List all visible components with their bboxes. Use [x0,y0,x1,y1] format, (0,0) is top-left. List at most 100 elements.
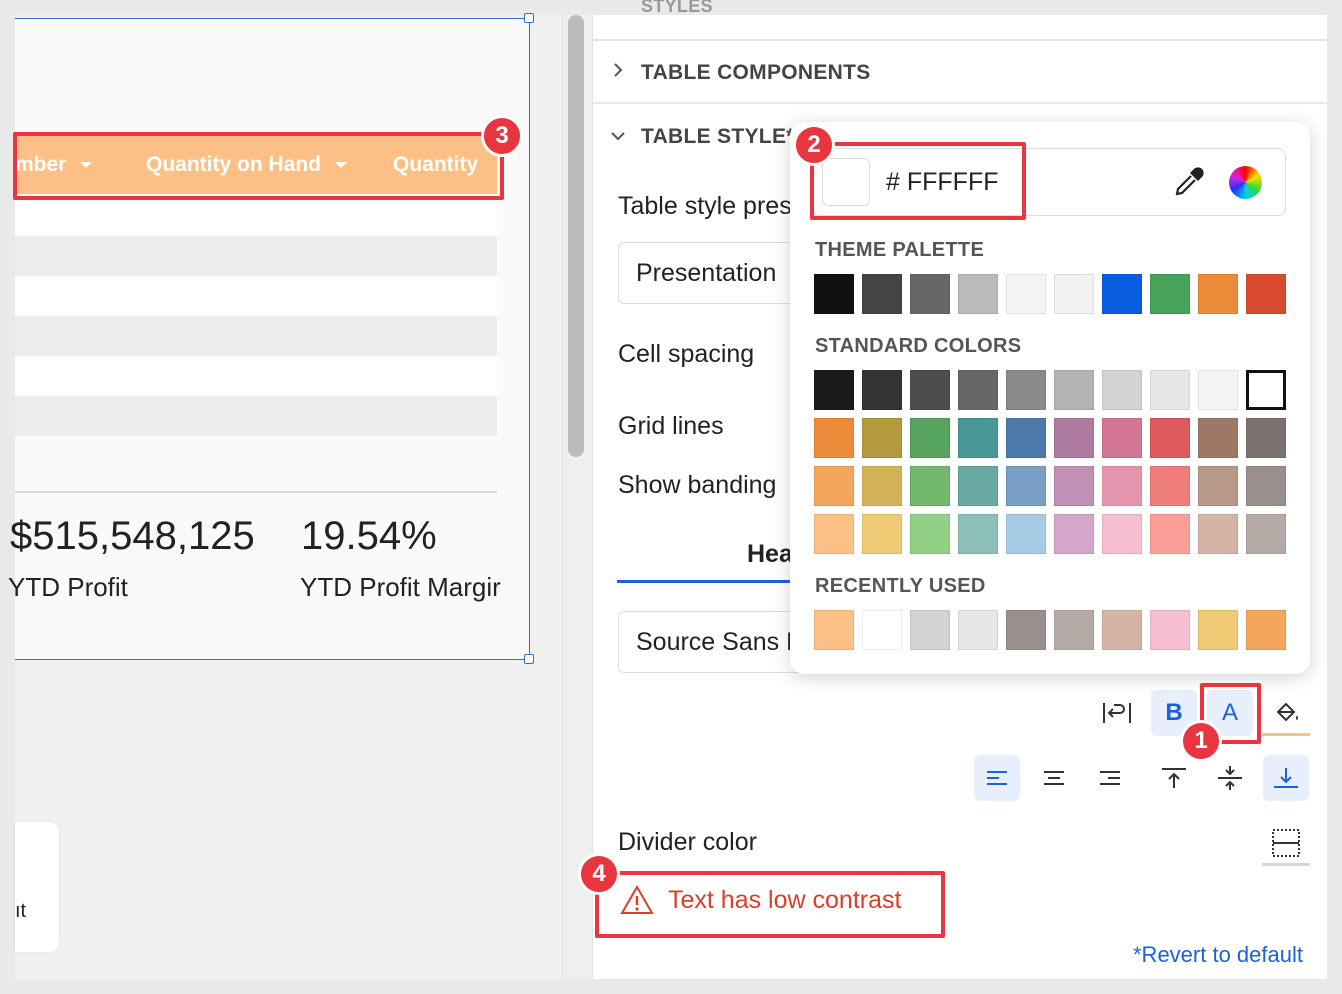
standard-color-swatch[interactable] [862,418,902,458]
standard-color-swatch[interactable] [1198,466,1238,506]
kpi-label: YTD Profit [8,572,128,602]
standard-color-swatch[interactable] [1102,370,1142,410]
recent-color-swatch[interactable] [814,610,854,650]
standard-color-swatch[interactable] [1150,514,1190,554]
standard-color-swatch[interactable] [1006,514,1046,554]
section-title-styles[interactable]: STYLES [641,0,713,17]
table-style-preset-select[interactable]: Presentation [618,242,818,304]
small-card[interactable]: ıt [15,822,59,952]
theme-color-swatch[interactable] [1102,274,1142,314]
standard-color-swatch[interactable] [1150,466,1190,506]
table-row[interactable] [15,236,497,276]
align-left-icon[interactable] [974,755,1020,801]
theme-color-swatch[interactable] [910,274,950,314]
standard-color-swatch[interactable] [1006,370,1046,410]
kpi-label: YTD Profit Margir [300,572,501,602]
table-row[interactable] [15,316,497,356]
standard-color-swatch[interactable] [1246,514,1286,554]
section-divider [592,102,1327,104]
theme-color-swatch[interactable] [1054,274,1094,314]
revert-to-default-link[interactable]: *Revert to default [1133,942,1303,968]
table-row[interactable] [15,396,497,436]
theme-color-swatch[interactable] [862,274,902,314]
standard-color-swatch[interactable] [1006,418,1046,458]
standard-color-swatch[interactable] [1246,370,1286,410]
standard-color-swatch[interactable] [910,370,950,410]
scrollbar-thumb[interactable] [568,15,584,457]
standard-color-swatch[interactable] [910,466,950,506]
standard-color-swatch[interactable] [1198,418,1238,458]
standard-color-swatch[interactable] [814,514,854,554]
standard-color-swatch[interactable] [814,370,854,410]
standard-color-swatch[interactable] [1102,466,1142,506]
standard-color-swatch[interactable] [1150,418,1190,458]
recent-color-swatch[interactable] [1006,610,1046,650]
recent-color-swatch[interactable] [1150,610,1190,650]
table-row[interactable] [15,196,497,236]
standard-color-swatch[interactable] [814,418,854,458]
wrap-text-icon[interactable] [1094,690,1140,736]
recent-color-swatch[interactable] [1198,610,1238,650]
standard-color-swatch[interactable] [1246,418,1286,458]
align-right-icon[interactable] [1087,755,1133,801]
theme-color-swatch[interactable] [1150,274,1190,314]
recent-color-swatch[interactable] [1102,610,1142,650]
theme-color-swatch[interactable] [1246,274,1286,314]
theme-palette-title: THEME PALETTE [815,239,985,261]
chevron-down-icon[interactable] [609,127,627,148]
fill-color-indicator [1262,733,1310,736]
valign-bottom-icon[interactable] [1263,755,1309,801]
table-row[interactable] [15,356,497,396]
chevron-right-icon[interactable] [612,61,624,84]
font-family-select[interactable]: Source Sans F [618,611,818,673]
standard-color-swatch[interactable] [1150,370,1190,410]
theme-color-swatch[interactable] [1198,274,1238,314]
standard-color-swatch[interactable] [1054,418,1094,458]
cell-spacing-label: Cell spacing [618,340,755,368]
standard-color-swatch[interactable] [910,514,950,554]
standard-color-swatch[interactable] [1198,370,1238,410]
resize-handle-bottom-right[interactable] [524,654,534,664]
align-center-icon[interactable] [1031,755,1077,801]
section-title-table-components[interactable]: TABLE COMPONENTS [641,61,871,85]
standard-color-swatch[interactable] [958,370,998,410]
valign-middle-icon[interactable] [1207,755,1253,801]
color-wheel-icon[interactable] [1229,166,1262,199]
standard-color-swatch[interactable] [1054,370,1094,410]
recent-color-swatch[interactable] [910,610,950,650]
standard-color-swatch[interactable] [1102,418,1142,458]
standard-color-swatch[interactable] [814,466,854,506]
standard-color-swatch[interactable] [958,418,998,458]
select-value: Source Sans F [636,627,802,656]
standard-color-swatch[interactable] [1246,466,1286,506]
recent-color-swatch[interactable] [1054,610,1094,650]
eyedropper-icon[interactable] [1172,165,1206,204]
standard-color-swatch[interactable] [1054,466,1094,506]
tab-header[interactable]: Hea [747,540,793,569]
standard-color-swatch[interactable] [862,514,902,554]
standard-color-swatch[interactable] [862,466,902,506]
standard-color-swatch[interactable] [862,370,902,410]
standard-color-swatch[interactable] [1102,514,1142,554]
fill-bucket-icon[interactable] [1264,690,1310,736]
standard-color-swatch[interactable] [958,466,998,506]
divider-color-label: Divider color [618,828,757,856]
standard-color-swatch[interactable] [910,418,950,458]
valign-top-icon[interactable] [1151,755,1197,801]
standard-color-swatch[interactable] [1006,466,1046,506]
theme-color-swatch[interactable] [1006,274,1046,314]
table-row[interactable] [15,276,497,316]
section-title-table-style[interactable]: TABLE STYLE* [641,125,795,149]
resize-handle-top-right[interactable] [524,13,534,23]
recent-color-swatch[interactable] [1246,610,1286,650]
standard-color-swatch[interactable] [1198,514,1238,554]
kpi-value: $515,548,125 [10,514,255,558]
standard-color-swatch[interactable] [958,514,998,554]
annotation-badge-3: 3 [481,115,523,157]
recent-color-swatch[interactable] [862,610,902,650]
divider-color-icon[interactable] [1263,820,1309,866]
standard-color-swatch[interactable] [1054,514,1094,554]
theme-color-swatch[interactable] [958,274,998,314]
theme-color-swatch[interactable] [814,274,854,314]
recent-color-swatch[interactable] [958,610,998,650]
